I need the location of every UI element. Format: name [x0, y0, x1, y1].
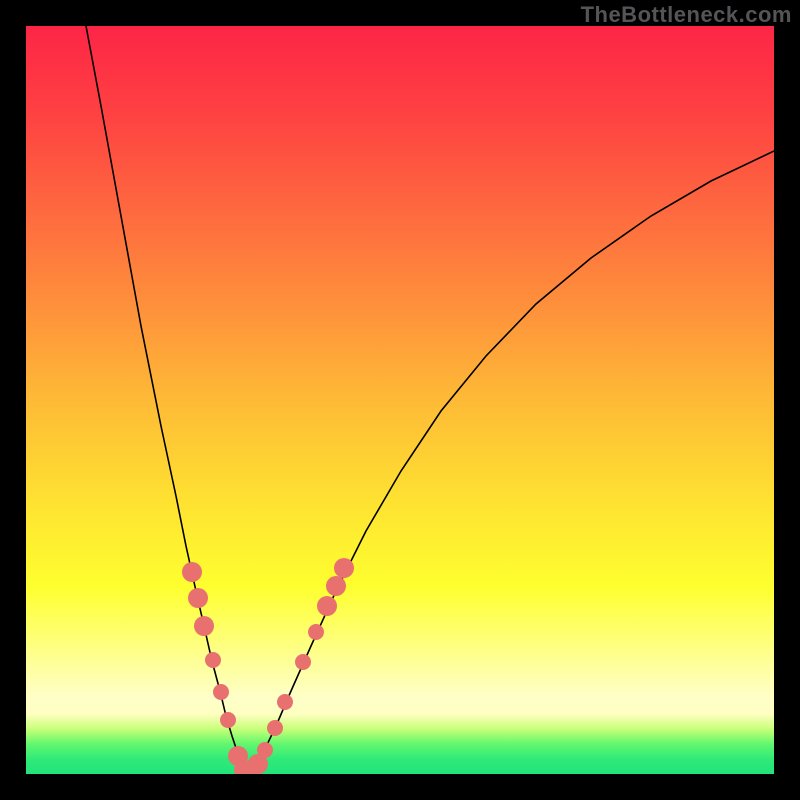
curve-marker [194, 616, 214, 636]
curve-marker [326, 576, 346, 596]
curve-marker [220, 712, 236, 728]
curve-marker [205, 652, 221, 668]
curve-marker [277, 694, 293, 710]
bottleneck-curve-svg [26, 26, 774, 774]
curve-marker [267, 720, 283, 736]
curve-marker [334, 558, 354, 578]
curve-marker [317, 596, 337, 616]
curve-marker [213, 684, 229, 700]
chart-frame [26, 26, 774, 774]
curve-right-branch [246, 151, 774, 774]
curve-marker [295, 654, 311, 670]
attribution-label: TheBottleneck.com [581, 2, 792, 28]
curve-marker [308, 624, 324, 640]
curve-left-branch [86, 26, 246, 774]
curve-marker [182, 562, 202, 582]
curve-marker [257, 742, 273, 758]
curve-marker [188, 588, 208, 608]
